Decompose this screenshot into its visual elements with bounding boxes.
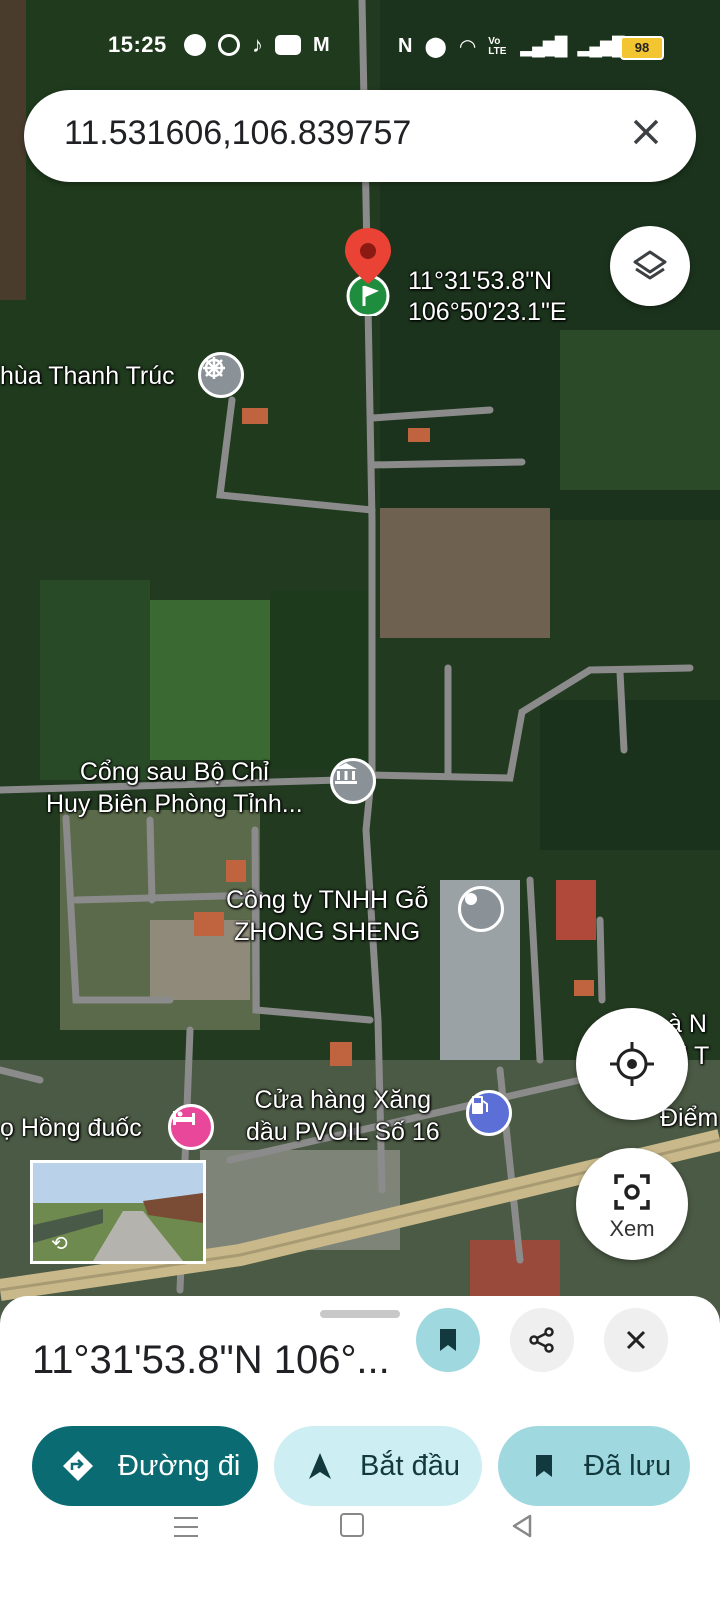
360-rotate-icon: ⟲	[51, 1233, 68, 1255]
company-line1: Công ty TNHH Gỗ	[226, 886, 429, 914]
close-icon	[633, 119, 659, 145]
status-time: 15:25	[108, 32, 167, 57]
bookmark-icon	[440, 1329, 456, 1351]
close-sheet-button[interactable]	[604, 1308, 668, 1372]
lens-camera-icon	[614, 1174, 650, 1210]
saved-label: Đã lưu	[584, 1449, 672, 1482]
hotel-icon[interactable]	[168, 1104, 214, 1150]
location-pin[interactable]	[340, 226, 396, 316]
company-label[interactable]: Công ty TNHH Gỗ ZHONG SHENG	[226, 884, 428, 948]
clear-search-button[interactable]	[624, 112, 668, 156]
close-icon	[626, 1330, 646, 1350]
pin-lat: 11°31'53.8"N	[408, 267, 553, 295]
messenger-icon	[184, 34, 206, 56]
chrome-icon	[218, 34, 240, 56]
search-input[interactable]: 11.531606,106.839757	[64, 114, 411, 153]
bookmark-icon	[526, 1448, 562, 1484]
back-icon	[512, 1514, 532, 1538]
signal-icon-2: ▂▄▆█	[577, 36, 625, 56]
gas-station-icon[interactable]	[466, 1090, 512, 1136]
system-icons: N ⬤ ◠ Vo LTE ▂▄▆█ ▂▄▆█	[398, 34, 625, 59]
view-button-label: Xem	[609, 1216, 655, 1241]
my-location-button[interactable]	[576, 1008, 688, 1120]
status-bar: 15:25 ♪ M N ⬤ ◠ Vo LTE ▂▄▆█ ▂▄▆█ 98	[0, 0, 720, 90]
menu-icon	[174, 1517, 198, 1537]
saved-button[interactable]: Đã lưu	[498, 1426, 690, 1506]
sheet-drag-handle[interactable]	[320, 1310, 400, 1318]
gas-line1: Cửa hàng Xăng	[254, 1086, 432, 1114]
pin-coordinates: 11°31'53.8"N 106°50'23.1"E	[408, 266, 567, 328]
directions-label: Đường đi	[118, 1449, 241, 1482]
navigation-arrow-icon	[302, 1448, 338, 1484]
gmail-icon: M	[313, 34, 330, 56]
signal-icon: ▂▄▆█	[520, 36, 567, 56]
layers-button[interactable]	[610, 226, 690, 306]
directions-icon	[60, 1448, 96, 1484]
nfc-icon: N	[398, 35, 413, 57]
back-button[interactable]	[508, 1512, 536, 1540]
recent-apps-button[interactable]	[172, 1514, 200, 1540]
place-title: 11°31'53.8"N 106°...	[32, 1338, 390, 1382]
battery-indicator: 98	[620, 36, 664, 60]
save-bookmark-button[interactable]	[416, 1308, 480, 1372]
view-lens-button[interactable]: Xem	[576, 1148, 688, 1260]
gas-line2: dầu PVOIL Số 16	[246, 1118, 440, 1146]
satellite-map[interactable]: hùa Thanh Trúc 11°31'53.8"N 106°50'23.1"…	[0, 0, 720, 1320]
temple-icon[interactable]	[198, 352, 244, 398]
pin-lng: 106°50'23.1"E	[408, 298, 567, 326]
border-gate-label[interactable]: Cổng sau Bộ Chỉ Huy Biên Phòng Tỉnh...	[46, 756, 303, 820]
tiktok-icon: ♪	[252, 32, 263, 57]
youtube-icon	[275, 35, 301, 55]
border-gate-line2: Huy Biên Phòng Tỉnh...	[46, 790, 303, 818]
share-icon	[529, 1327, 554, 1353]
street-view-thumbnail[interactable]: ⟲	[30, 1160, 206, 1264]
directions-button[interactable]: Đường đi	[32, 1426, 258, 1506]
layers-icon	[633, 250, 667, 280]
pin-icon	[345, 228, 391, 316]
government-building-icon[interactable]	[330, 758, 376, 804]
share-button[interactable]	[510, 1308, 574, 1372]
company-line2: ZHONG SHENG	[234, 918, 421, 946]
start-label: Bắt đầu	[360, 1449, 460, 1482]
volte-icon: Vo LTE	[488, 35, 507, 57]
notification-icons: ♪ M	[184, 34, 330, 56]
home-button[interactable]	[340, 1513, 364, 1537]
border-gate-line1: Cổng sau Bộ Chỉ	[79, 758, 269, 786]
temple-label[interactable]: hùa Thanh Trúc	[0, 362, 175, 391]
crosshair-icon	[610, 1042, 654, 1086]
place-marker-icon[interactable]	[458, 886, 504, 932]
wifi-icon: ◠	[458, 36, 477, 58]
system-navigation-bar	[0, 1500, 720, 1600]
search-bar[interactable]: 11.531606,106.839757	[24, 90, 696, 182]
gas-station-label[interactable]: Cửa hàng Xăng dầu PVOIL Số 16	[246, 1084, 440, 1148]
hotel-label[interactable]: ọ Hồng đuốc	[0, 1114, 142, 1143]
location-icon: ⬤	[424, 36, 447, 58]
edge-label-3: Điểm	[660, 1104, 719, 1132]
start-navigation-button[interactable]: Bắt đầu	[274, 1426, 482, 1506]
